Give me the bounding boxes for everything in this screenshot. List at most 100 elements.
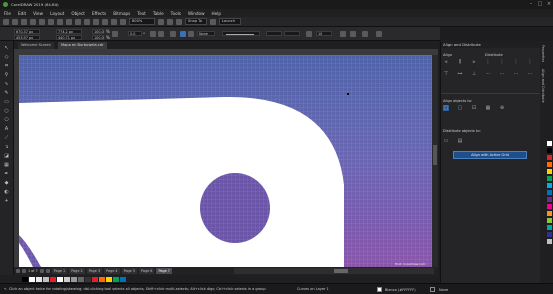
- next-page-icon[interactable]: [39, 269, 44, 273]
- options-gear-icon[interactable]: [210, 18, 216, 25]
- width-field[interactable]: 774.2 px: [56, 28, 82, 34]
- rounded-corner-icon[interactable]: [170, 31, 176, 37]
- chamfer-corner-icon[interactable]: [188, 31, 194, 37]
- right-palette-swatch[interactable]: [547, 162, 552, 167]
- grid-icon[interactable]: [167, 18, 173, 25]
- tab-document[interactable]: Mapa en Burbuwela.cdr: [58, 42, 107, 49]
- smart-fill-icon[interactable]: ◐: [3, 189, 10, 195]
- drawing-canvas[interactable]: Hint: Coreldraw.com: [19, 55, 432, 267]
- distribute-top-icon[interactable]: ⋯: [485, 71, 491, 77]
- wrap-text-icon[interactable]: [306, 31, 312, 37]
- palette-swatch[interactable]: [57, 276, 63, 282]
- page-tab-4[interactable]: Page 4: [104, 268, 120, 274]
- distribute-right-icon[interactable]: ⋮: [527, 59, 533, 65]
- outline-swatch-icon[interactable]: [430, 286, 435, 292]
- side-tab-align[interactable]: Align and Distribute: [541, 69, 545, 103]
- height-field[interactable]: 440.71 px: [56, 34, 82, 40]
- purple-curve[interactable]: [19, 235, 41, 267]
- rulers-icon[interactable]: [176, 18, 182, 25]
- to-back-icon[interactable]: [350, 31, 356, 37]
- text-tool-icon[interactable]: A: [3, 126, 10, 132]
- scale-x-field[interactable]: 100.0: [92, 28, 104, 34]
- right-palette-swatch[interactable]: [547, 204, 552, 209]
- snap-to-dropdown[interactable]: Snap To: [185, 18, 207, 25]
- add-icon[interactable]: [376, 31, 382, 37]
- menu-tools[interactable]: Tools: [171, 11, 181, 16]
- white-shape[interactable]: [19, 96, 344, 267]
- align-bottom-icon[interactable]: ⊥: [471, 71, 477, 77]
- copy-icon[interactable]: [48, 18, 54, 25]
- page-tab-1[interactable]: Page 1: [51, 268, 68, 274]
- align-top-icon[interactable]: ⊤: [443, 71, 449, 77]
- right-palette-swatch[interactable]: [547, 155, 552, 160]
- prev-page-icon[interactable]: [22, 269, 26, 273]
- line-style-select[interactable]: [222, 31, 260, 36]
- launch-dropdown[interactable]: Launch: [219, 18, 241, 25]
- page-tab-5[interactable]: Page 5: [121, 268, 138, 274]
- vertical-scroll-thumb[interactable]: [433, 145, 437, 165]
- shape-tool-icon[interactable]: ◇: [3, 54, 10, 60]
- mirror-horizontal-icon[interactable]: [150, 31, 156, 37]
- publish-pdf-icon[interactable]: [111, 18, 117, 25]
- menu-edit[interactable]: Edit: [18, 11, 26, 16]
- import-icon[interactable]: [93, 18, 99, 25]
- undo-icon[interactable]: [66, 18, 72, 25]
- horizontal-scroll-thumb[interactable]: [334, 269, 348, 273]
- add-page-icon[interactable]: [45, 269, 50, 273]
- interactive-fill-icon[interactable]: ◆: [3, 180, 10, 186]
- palette-swatch[interactable]: [36, 276, 42, 282]
- distribute-center-v-icon[interactable]: ⋯: [499, 71, 505, 77]
- menu-window[interactable]: Window: [188, 11, 205, 16]
- right-palette-swatch[interactable]: [547, 225, 552, 230]
- paste-icon[interactable]: [57, 18, 63, 25]
- corner-radius-field[interactable]: 10: [316, 31, 332, 36]
- right-palette-swatch[interactable]: [547, 218, 552, 223]
- add-tool-icon[interactable]: +: [3, 198, 10, 204]
- y-position-field[interactable]: 453.97 px: [14, 34, 40, 40]
- menu-object[interactable]: Object: [71, 11, 85, 16]
- parallel-dimension-icon[interactable]: ⟋: [3, 135, 10, 141]
- right-palette-swatch[interactable]: [547, 183, 552, 188]
- right-palette-swatch[interactable]: [547, 169, 552, 174]
- align-center-v-icon[interactable]: ⊶: [457, 71, 463, 77]
- distribute-center-h-icon[interactable]: ⋮: [499, 59, 505, 65]
- page-tab-6[interactable]: Page 6: [139, 268, 155, 274]
- palette-swatch[interactable]: [113, 276, 119, 282]
- align-left-icon[interactable]: ⫷: [443, 59, 449, 65]
- palette-swatch[interactable]: [64, 276, 70, 282]
- right-palette-swatch[interactable]: [547, 211, 552, 216]
- purple-circle[interactable]: [200, 173, 270, 243]
- palette-swatch[interactable]: [50, 276, 56, 282]
- page-tab-3[interactable]: Page 3: [86, 268, 103, 274]
- align-center-h-icon[interactable]: ⫼: [457, 59, 463, 65]
- menu-layout[interactable]: Layout: [50, 11, 64, 16]
- page-edge-icon[interactable]: ▢: [457, 105, 463, 111]
- maximize-button[interactable]: □: [537, 1, 543, 7]
- page-center-icon[interactable]: ⊡: [471, 105, 477, 111]
- horizontal-scrollbar[interactable]: [234, 268, 434, 274]
- app-launcher-icon[interactable]: [120, 18, 126, 25]
- menu-help[interactable]: Help: [212, 11, 222, 16]
- open-icon[interactable]: [12, 18, 18, 25]
- right-palette-swatch[interactable]: [547, 197, 552, 202]
- start-arrow-select[interactable]: [266, 31, 282, 36]
- page-tab-2[interactable]: Page 2: [69, 268, 85, 274]
- align-right-icon[interactable]: ⫸: [471, 59, 477, 65]
- palette-swatch[interactable]: [120, 276, 126, 282]
- print-icon[interactable]: [30, 18, 36, 25]
- specified-point-icon[interactable]: ⊕: [499, 105, 505, 111]
- eyedropper-icon[interactable]: ✒: [3, 171, 10, 177]
- palette-swatch[interactable]: [29, 276, 35, 282]
- artistic-media-icon[interactable]: ✎: [3, 90, 10, 96]
- palette-swatch[interactable]: [99, 276, 105, 282]
- tab-welcome-screen[interactable]: Welcome Screen: [18, 42, 54, 49]
- palette-swatch[interactable]: [92, 276, 98, 282]
- to-front-icon[interactable]: [340, 31, 346, 37]
- right-palette-swatch[interactable]: [547, 190, 552, 195]
- scallop-corner-icon[interactable]: [180, 31, 186, 37]
- rectangle-tool-icon[interactable]: ▭: [3, 99, 10, 105]
- fill-swatch[interactable]: [377, 287, 382, 292]
- drop-shadow-icon[interactable]: ◪: [3, 153, 10, 159]
- right-palette-swatch[interactable]: [547, 141, 552, 146]
- x-position-field[interactable]: 670.37 px: [14, 28, 40, 34]
